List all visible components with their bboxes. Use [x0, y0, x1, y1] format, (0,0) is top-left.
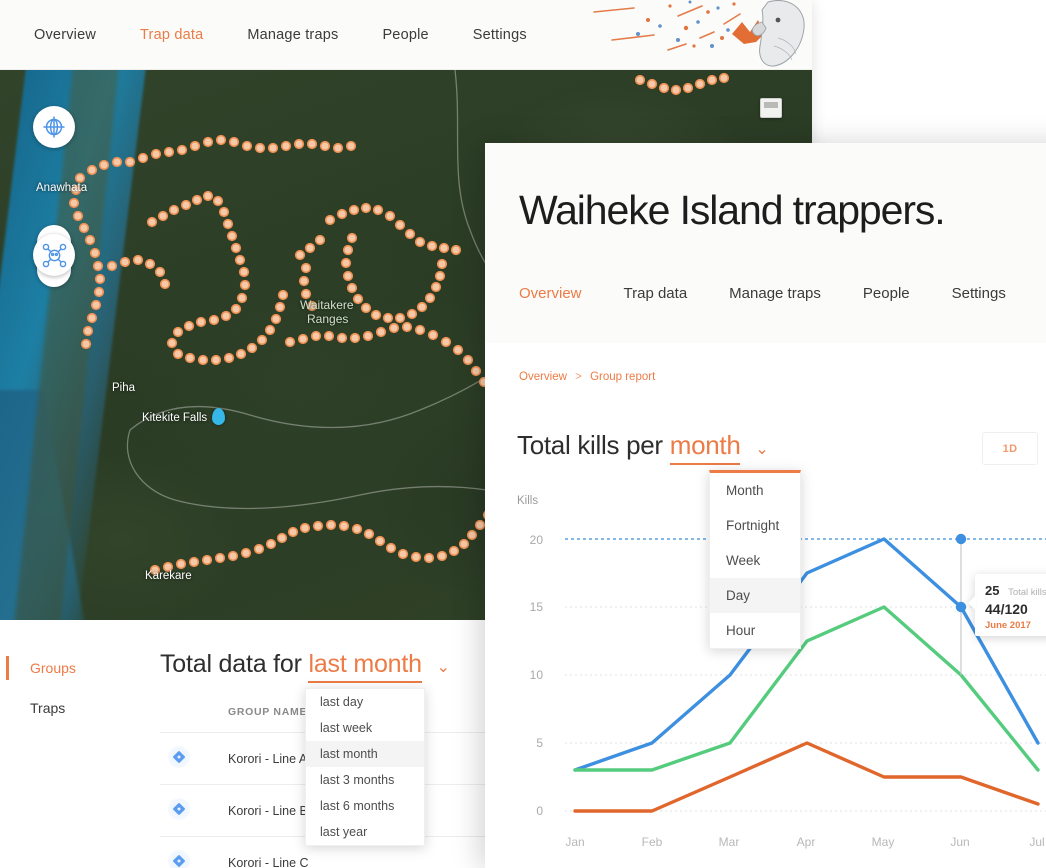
map-label-anawhata: Anawhata: [36, 182, 88, 194]
card-nav-item-overview[interactable]: Overview: [519, 285, 582, 302]
dropdown-item-day[interactable]: Day: [710, 578, 800, 613]
dropdown-item-last-month[interactable]: last month: [306, 741, 424, 767]
breadcrumb: Overview > Group report: [519, 371, 655, 383]
chevron-down-icon[interactable]: ⌄: [437, 657, 450, 677]
dropdown-item-month[interactable]: Month: [710, 473, 800, 508]
side-tab-groups[interactable]: Groups: [0, 648, 150, 688]
series-line-stoats: [573, 741, 1040, 813]
tooltip-ratio: 44/120: [985, 601, 1028, 617]
tooltip-value-row: 25 Total kills: [985, 583, 1046, 598]
dropdown-item-last-day[interactable]: last day: [306, 689, 424, 715]
chart-title: Total kills per month ⌄: [517, 430, 769, 465]
back-nav-item-overview[interactable]: Overview: [34, 27, 96, 43]
card-nav-item-trap-data[interactable]: Trap data: [624, 285, 688, 302]
panel-period-dropdown[interactable]: last day last week last month last 3 mon…: [305, 688, 425, 846]
map-label-waitakere: Waitakere: [300, 298, 354, 312]
y-tick-5: 5: [536, 736, 543, 750]
dropdown-item-fortnight[interactable]: Fortnight: [710, 508, 800, 543]
card-nav-item-people[interactable]: People: [863, 285, 910, 302]
trap-cluster-icon[interactable]: [33, 234, 75, 276]
x-tick-mar: Mar: [718, 835, 740, 849]
map-label-ranges: Ranges: [307, 312, 349, 326]
screenshot-root: Overview Trap data Manage traps People S…: [0, 0, 1046, 868]
group-marker-icon: [168, 850, 190, 868]
back-window-navbar: Overview Trap data Manage traps People S…: [0, 0, 812, 70]
map-type-toggle[interactable]: [760, 98, 782, 118]
side-tab-traps[interactable]: Traps: [0, 688, 150, 728]
dropdown-item-hour[interactable]: Hour: [710, 613, 800, 648]
kitekite-falls-marker[interactable]: [212, 408, 225, 425]
y-tick-15: 15: [529, 600, 543, 614]
card-navbar: Overview Trap data Manage traps People S…: [519, 285, 1006, 302]
dropdown-item-last-week[interactable]: last week: [306, 715, 424, 741]
x-tick-jul: Jul: [1029, 835, 1045, 849]
y-tick-20: 20: [529, 533, 543, 547]
card-header: Waiheke Island trappers. Overview Trap d…: [485, 143, 1046, 343]
panel-title: Total data for last month ⌄: [160, 650, 450, 683]
y-tick-0: 0: [536, 804, 543, 818]
map-label-karekare: Karekare: [145, 570, 192, 582]
map-label-piha: Piha: [112, 382, 136, 394]
series-line-possums: [573, 537, 1040, 772]
group-marker-icon: [168, 746, 190, 768]
y-axis-label: Kills: [517, 495, 539, 507]
x-tick-feb: Feb: [641, 835, 663, 849]
hover-point-bottom: [955, 601, 967, 613]
page-title: Waiheke Island trappers.: [519, 187, 946, 233]
breadcrumb-root[interactable]: Overview: [519, 371, 567, 383]
panel-title-prefix: Total data for: [160, 650, 302, 678]
panel-side-tabs: Groups Traps: [0, 648, 150, 728]
map-label-kitekite-falls: Kitekite Falls: [142, 412, 208, 424]
group-marker-icon: [168, 798, 190, 820]
locate-icon[interactable]: [33, 106, 75, 148]
dropdown-item-last-3-months[interactable]: last 3 months: [306, 767, 424, 793]
tooltip-period: June 2017: [985, 620, 1031, 631]
range-1d-button[interactable]: 1D: [982, 432, 1038, 465]
dropdown-item-week[interactable]: Week: [710, 543, 800, 578]
breadcrumb-separator: >: [575, 371, 582, 383]
card-nav-item-manage-traps[interactable]: Manage traps: [729, 285, 821, 302]
back-nav-item-trap-data[interactable]: Trap data: [140, 27, 203, 43]
x-tick-jan: Jan: [565, 835, 585, 849]
chart-period-selector[interactable]: month: [669, 430, 741, 465]
panel-period-selector[interactable]: last month: [308, 650, 422, 683]
x-tick-jun: Jun: [950, 835, 970, 849]
dropdown-item-last-6-months[interactable]: last 6 months: [306, 793, 424, 819]
y-tick-10: 10: [529, 668, 543, 682]
x-tick-apr: Apr: [796, 835, 816, 849]
chart-period-dropdown[interactable]: Month Fortnight Week Day Hour: [709, 470, 801, 649]
breadcrumb-current[interactable]: Group report: [590, 371, 655, 383]
hover-point-top: [955, 533, 967, 545]
back-nav-item-manage-traps[interactable]: Manage traps: [247, 27, 338, 43]
card-nav-item-settings[interactable]: Settings: [952, 285, 1006, 302]
chart-title-prefix: Total kills per: [517, 430, 663, 460]
tooltip-value-label: Total kills: [1008, 587, 1046, 598]
tooltip-value: 25: [985, 583, 1000, 598]
back-nav-item-settings[interactable]: Settings: [473, 27, 527, 43]
dropdown-item-last-year[interactable]: last year: [306, 819, 424, 845]
back-nav-item-people[interactable]: People: [382, 27, 428, 43]
x-tick-may: May: [871, 835, 895, 849]
chevron-down-icon[interactable]: ⌄: [755, 439, 768, 459]
chart-tooltip: 25 Total kills 44/120 June 2017: [975, 574, 1046, 636]
